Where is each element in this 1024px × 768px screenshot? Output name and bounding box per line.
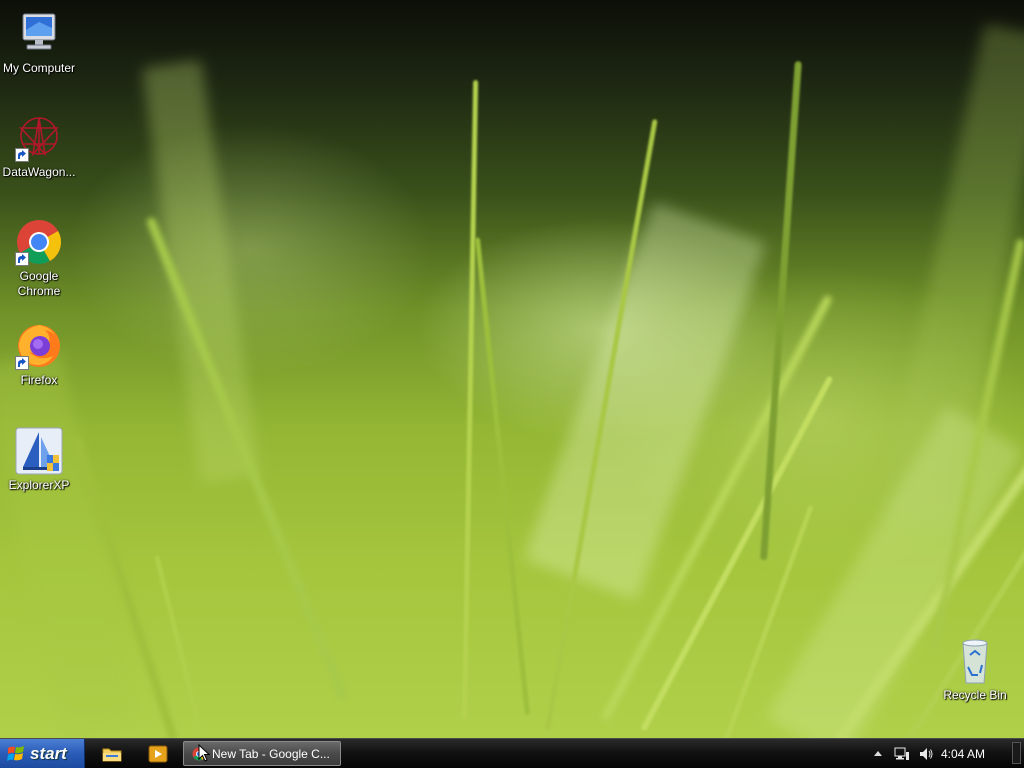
firefox-icon xyxy=(15,322,63,370)
shortcut-arrow-icon xyxy=(15,148,29,162)
taskbar: start New Tab - Google C... 4:04 AM xyxy=(0,738,1024,768)
wallpaper-blade xyxy=(0,349,140,738)
recycle-bin-icon xyxy=(951,637,999,685)
desktop-icon-label: Recycle Bin xyxy=(943,688,1007,702)
desktop-icon-label: My Computer xyxy=(2,61,76,75)
network-icon[interactable] xyxy=(894,746,910,762)
desktop-icon-label: DataWagon... xyxy=(2,165,76,179)
desktop-icon-google-chrome[interactable]: Google Chrome xyxy=(1,218,77,299)
desktop-wallpaper xyxy=(0,0,1024,738)
show-hidden-icon[interactable] xyxy=(874,750,882,756)
explorerxp-icon xyxy=(15,427,63,475)
shortcut-arrow-icon xyxy=(15,252,29,266)
wallpaper-blade xyxy=(474,237,530,716)
desktop-icon-my-computer[interactable]: My Computer xyxy=(1,10,77,76)
wallpaper-blade xyxy=(141,59,260,485)
volume-icon[interactable] xyxy=(918,746,934,762)
desktop-icon-firefox[interactable]: Firefox xyxy=(1,322,77,388)
desktop-icon-label: Firefox xyxy=(20,373,58,387)
system-tray: 4:04 AM xyxy=(864,739,1024,768)
desktop-icon-label: Google Chrome xyxy=(17,269,61,298)
start-button[interactable]: start xyxy=(0,739,85,768)
media-player-icon[interactable] xyxy=(148,744,168,764)
mouse-cursor-icon xyxy=(198,744,210,762)
clock[interactable]: 4:04 AM xyxy=(941,747,985,761)
desktop-icon-label: ExplorerXP xyxy=(8,478,70,492)
start-label: start xyxy=(30,744,67,763)
desktop-icon-datawagon[interactable]: DataWagon... xyxy=(1,114,77,180)
desktop-icon-recycle-bin[interactable]: Recycle Bin xyxy=(937,637,1013,703)
wallpaper-blade xyxy=(523,202,767,601)
desktop-icon-explorerxp[interactable]: ExplorerXP xyxy=(1,427,77,493)
show-desktop-button[interactable] xyxy=(1012,742,1021,764)
datawagon-icon xyxy=(15,114,63,162)
wallpaper-blade xyxy=(760,60,802,561)
windows-logo-icon xyxy=(7,746,24,761)
file-explorer-icon[interactable] xyxy=(102,744,122,764)
task-button-label: New Tab - Google C... xyxy=(212,747,330,761)
chrome-icon xyxy=(15,218,63,266)
my-computer-icon xyxy=(15,10,63,58)
shortcut-arrow-icon xyxy=(15,356,29,370)
wallpaper-blade xyxy=(462,80,479,721)
